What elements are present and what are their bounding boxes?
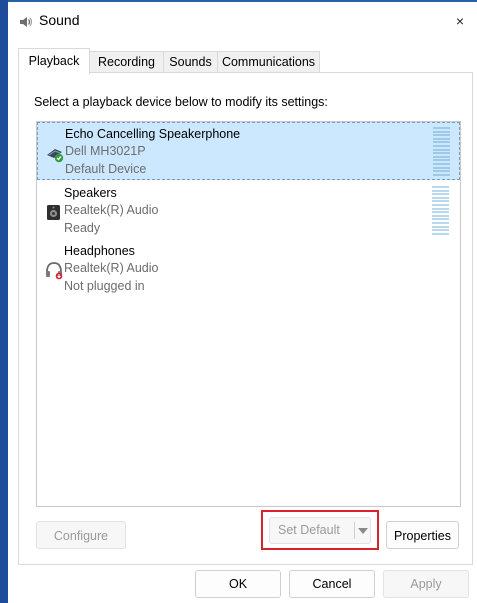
cancel-button[interactable]: Cancel [289,570,375,598]
properties-button[interactable]: Properties [386,521,459,549]
device-driver: Dell MH3021P [65,144,146,158]
ok-button[interactable]: OK [195,570,281,598]
device-status: Default Device [65,162,147,176]
set-default-highlight: Set Default [261,510,379,550]
device-driver: Realtek(R) Audio [64,261,159,275]
level-meter [432,186,449,236]
sound-speaker-icon [20,17,33,27]
device-item-echo-cancelling-speakerphone[interactable]: Echo Cancelling Speakerphone Dell MH3021… [37,122,460,180]
set-default-button[interactable]: Set Default [269,517,371,544]
tab-recording[interactable]: Recording [89,51,164,73]
device-driver: Realtek(R) Audio [64,203,159,217]
device-status: Ready [64,221,101,235]
window-frame-left [0,0,8,603]
title-bar[interactable]: Sound × [8,2,477,42]
tab-playback[interactable]: Playback [18,48,90,74]
headphones-icon [46,262,63,280]
window-title: Sound [39,12,80,28]
device-status: Not plugged in [64,279,145,293]
device-name: Echo Cancelling Speakerphone [65,127,241,141]
split-separator [354,522,355,539]
tab-communications[interactable]: Communications [217,51,320,73]
device-item-speakers[interactable]: Speakers Realtek(R) Audio Ready [37,182,460,240]
chevron-down-icon[interactable] [358,528,368,534]
configure-button[interactable]: Configure [36,521,126,549]
device-item-headphones[interactable]: Headphones Realtek(R) Audio Not plugged … [37,240,460,298]
device-list[interactable]: Echo Cancelling Speakerphone Dell MH3021… [36,121,461,507]
close-icon: × [455,13,465,29]
close-button[interactable]: × [443,2,477,36]
level-meter [433,127,450,177]
device-name: Speakers [64,186,117,200]
speaker-icon [47,205,60,220]
device-name: Headphones [64,244,135,258]
speakerphone-icon [47,149,64,163]
playback-panel: Select a playback device below to modify… [18,72,473,565]
sound-dialog: Sound × Playback Recording Sounds Commun… [8,2,477,603]
apply-button[interactable]: Apply [383,570,469,598]
tab-sounds[interactable]: Sounds [163,51,218,73]
set-default-label: Set Default [278,523,340,537]
instruction-text: Select a playback device below to modify… [34,95,328,109]
